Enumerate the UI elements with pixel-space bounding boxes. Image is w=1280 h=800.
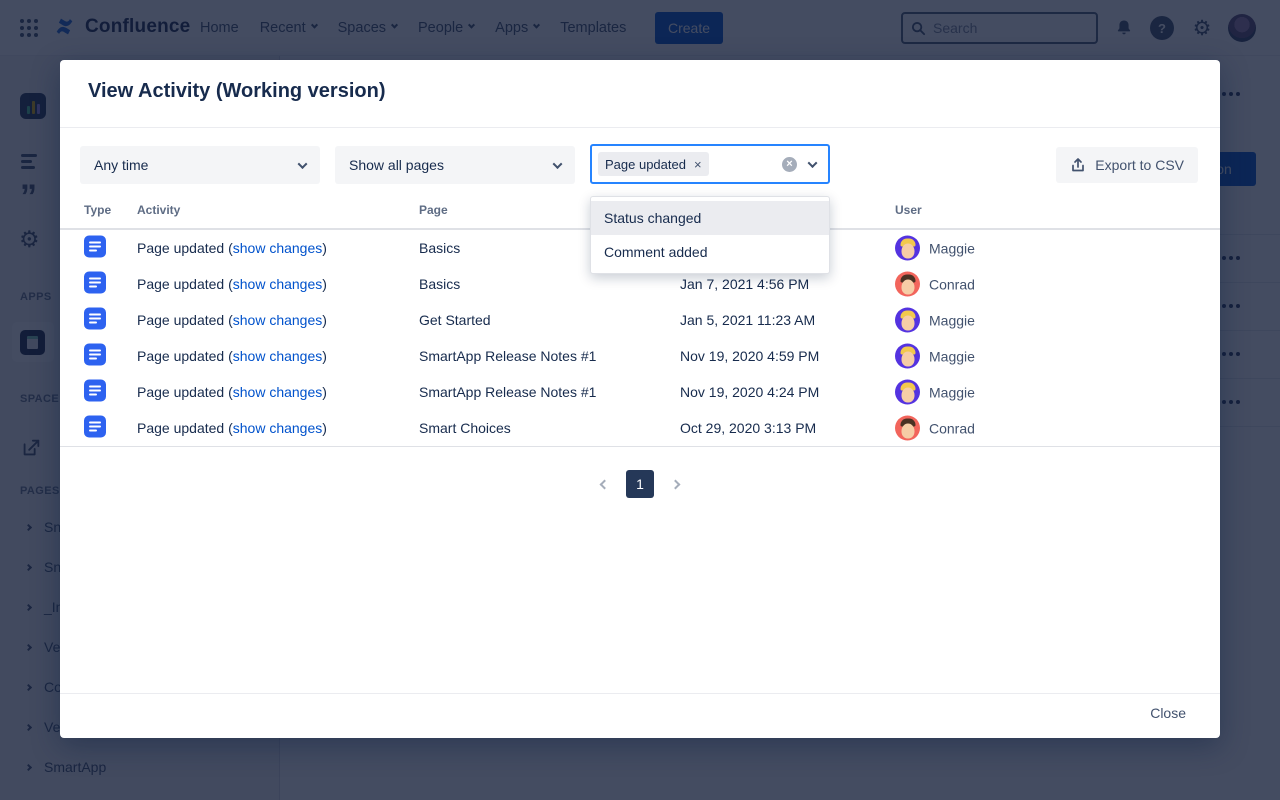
user-avatar	[895, 344, 920, 369]
table-row: Page updated (show changes) Smart Choice…	[60, 410, 1220, 446]
chevron-down-icon	[808, 158, 818, 168]
page-type-icon	[84, 380, 106, 405]
user-cell: Maggie	[895, 344, 975, 369]
date-cell: Jan 5, 2021 11:23 AM	[680, 312, 815, 328]
next-page-icon[interactable]	[672, 481, 679, 488]
show-changes-link[interactable]: show changes	[233, 348, 323, 364]
close-button[interactable]: Close	[1150, 705, 1186, 721]
activity-cell: Page updated (show changes)	[137, 384, 327, 400]
time-filter-dropdown[interactable]: Any time	[80, 146, 320, 184]
user-cell: Conrad	[895, 416, 975, 441]
activity-cell: Page updated (show changes)	[137, 276, 327, 292]
current-page-button[interactable]: 1	[626, 470, 654, 498]
date-cell: Nov 19, 2020 4:24 PM	[680, 384, 819, 400]
pages-filter-dropdown[interactable]: Show all pages	[335, 146, 575, 184]
table-row: Page updated (show changes) Get Started …	[60, 302, 1220, 338]
page-link[interactable]: Basics	[419, 276, 460, 292]
page-type-icon	[84, 308, 106, 333]
show-changes-link[interactable]: show changes	[233, 384, 323, 400]
page-link[interactable]: Get Started	[419, 312, 491, 328]
user-avatar	[895, 416, 920, 441]
date-cell: Jan 7, 2021 4:56 PM	[680, 276, 809, 292]
filter-tag: Page updated ×	[598, 152, 709, 176]
view-activity-modal: View Activity (Working version) Any time…	[60, 60, 1220, 738]
divider	[60, 446, 1220, 447]
user-cell: Maggie	[895, 308, 975, 333]
page-type-icon	[84, 272, 106, 297]
remove-tag-icon[interactable]: ×	[694, 157, 702, 172]
user-avatar	[895, 380, 920, 405]
table-row: Page updated (show changes) SmartApp Rel…	[60, 374, 1220, 410]
user-cell: Maggie	[895, 380, 975, 405]
page-type-icon	[84, 416, 106, 441]
dropdown-option[interactable]: Comment added	[591, 235, 829, 269]
export-icon	[1070, 157, 1086, 173]
activity-type-multiselect[interactable]: Page updated × ×	[590, 144, 830, 184]
user-cell: Maggie	[895, 236, 975, 261]
chevron-down-icon	[298, 159, 308, 169]
activity-options-panel: Status changed Comment added	[590, 196, 830, 274]
divider	[60, 127, 1220, 128]
show-changes-link[interactable]: show changes	[233, 420, 323, 436]
user-avatar	[895, 308, 920, 333]
show-changes-link[interactable]: show changes	[233, 276, 323, 292]
page-link[interactable]: Basics	[419, 240, 460, 256]
page-link[interactable]: Smart Choices	[419, 420, 511, 436]
show-changes-link[interactable]: show changes	[233, 312, 323, 328]
date-cell: Nov 19, 2020 4:59 PM	[680, 348, 819, 364]
previous-page-icon[interactable]	[601, 481, 608, 488]
chevron-down-icon	[553, 159, 563, 169]
table-row: Page updated (show changes) SmartApp Rel…	[60, 338, 1220, 374]
activity-cell: Page updated (show changes)	[137, 312, 327, 328]
activity-cell: Page updated (show changes)	[137, 348, 327, 364]
user-avatar	[895, 236, 920, 261]
modal-title: View Activity (Working version)	[88, 80, 385, 103]
page-type-icon	[84, 236, 106, 261]
show-changes-link[interactable]: show changes	[233, 240, 323, 256]
user-avatar	[895, 272, 920, 297]
page-type-icon	[84, 344, 106, 369]
user-cell: Conrad	[895, 272, 975, 297]
clear-select-icon[interactable]: ×	[782, 157, 797, 172]
divider	[60, 693, 1220, 694]
pagination: 1	[60, 470, 1220, 498]
export-csv-button[interactable]: Export to CSV	[1056, 147, 1198, 183]
activity-cell: Page updated (show changes)	[137, 420, 327, 436]
date-cell: Oct 29, 2020 3:13 PM	[680, 420, 816, 436]
activity-cell: Page updated (show changes)	[137, 240, 327, 256]
dropdown-option[interactable]: Status changed	[591, 201, 829, 235]
page-link[interactable]: SmartApp Release Notes #1	[419, 348, 596, 364]
page-link[interactable]: SmartApp Release Notes #1	[419, 384, 596, 400]
